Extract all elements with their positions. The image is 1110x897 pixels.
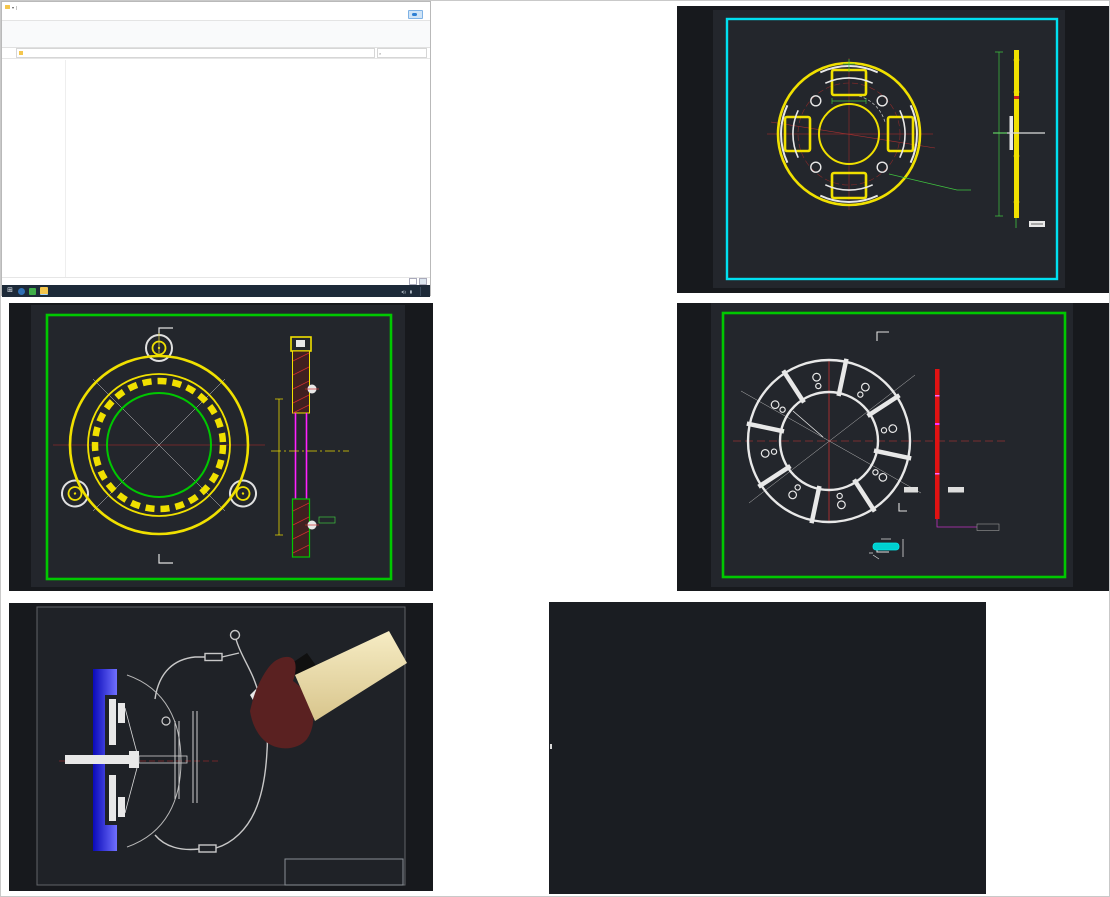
windows-taskbar: ⊞ ◂)) ▮	[2, 285, 430, 297]
dim-label-box	[948, 487, 964, 493]
sheet	[36, 606, 406, 886]
list-view-icon[interactable]	[409, 278, 417, 285]
folder-icon	[19, 51, 23, 55]
folder-app-icon	[5, 5, 10, 9]
volume-icon[interactable]: ◂))	[401, 289, 406, 294]
dim-label-box	[904, 487, 918, 493]
explorer-taskbar-icon[interactable]	[40, 287, 48, 295]
cad-panel-pressure-plate	[677, 6, 1109, 293]
system-tray: ◂)) ▮	[395, 286, 430, 296]
breadcrumb[interactable]	[16, 48, 375, 58]
network-icon[interactable]: ▮	[410, 289, 412, 294]
minimize-button[interactable]	[391, 3, 404, 12]
status-bar	[2, 277, 430, 285]
search-input[interactable]	[381, 50, 422, 56]
quick-access-toolbar[interactable]: ▾ ❘	[12, 5, 18, 10]
cloud-icon	[412, 12, 417, 17]
screenshot-canvas: ▾ ❘ ⌕ ⊞ ◂)) ▮	[0, 0, 1110, 897]
sheet	[31, 305, 405, 587]
action-center-icon[interactable]	[420, 286, 428, 296]
blank-dark-panel	[549, 602, 986, 894]
ribbon	[2, 21, 430, 48]
cad-panel-driven-disc	[677, 303, 1109, 591]
clutch-cover-drawing	[31, 305, 405, 587]
driven-disc-drawing	[711, 303, 1073, 587]
browser-taskbar-icon[interactable]	[18, 287, 25, 295]
app-taskbar-icon[interactable]	[29, 287, 36, 295]
pressure-plate-drawing	[713, 10, 1065, 288]
ribbon-tabs	[2, 10, 430, 21]
title-bar[interactable]: ▾ ❘	[2, 2, 430, 12]
explorer-main	[2, 60, 430, 277]
stray-mark	[550, 744, 552, 749]
cad-panel-clutch-cover	[9, 303, 433, 591]
address-bar: ⌕	[2, 48, 430, 59]
cad-panel-clutch-schematic	[9, 603, 433, 891]
search-box[interactable]: ⌕	[377, 48, 427, 58]
view-toggles	[409, 278, 427, 285]
sign-in-button[interactable]	[408, 10, 423, 19]
file-pane	[66, 60, 430, 277]
navigation-pane	[2, 60, 66, 277]
file-explorer-window: ▾ ❘ ⌕ ⊞ ◂)) ▮	[1, 1, 431, 297]
thumbnail-view-icon[interactable]	[419, 278, 427, 285]
start-button[interactable]: ⊞	[6, 287, 14, 295]
clutch-schematic-drawing	[36, 606, 407, 886]
